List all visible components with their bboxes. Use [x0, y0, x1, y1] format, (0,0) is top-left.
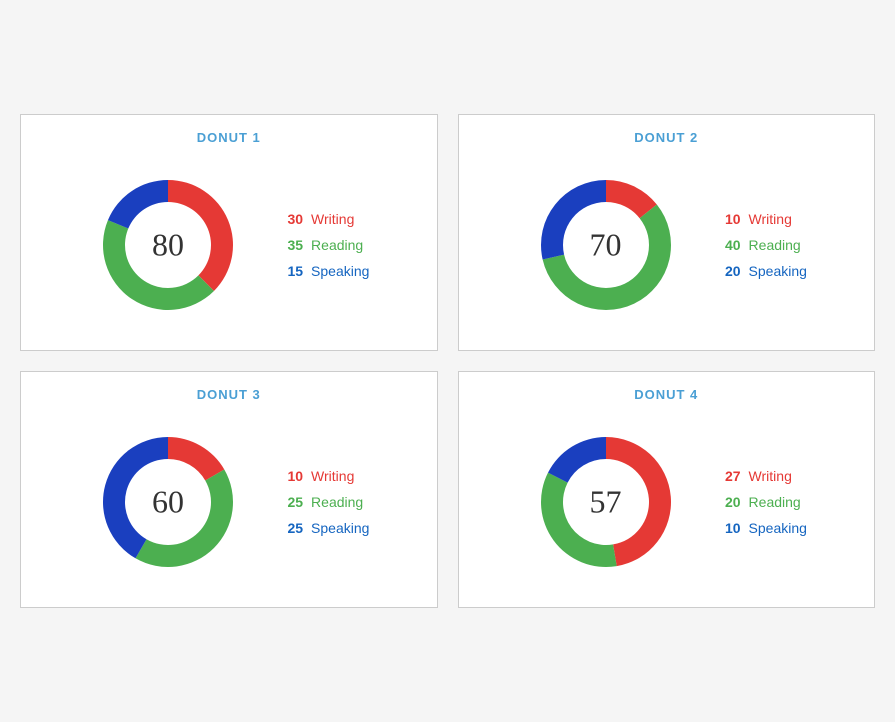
reading-value-donut4: 20	[716, 494, 741, 510]
donut-chart-donut3: 60	[88, 422, 248, 582]
card-donut1: DONUT 1 80 30 Writing 35 Reading 15 Spea…	[20, 114, 438, 351]
reading-value-donut3: 25	[278, 494, 303, 510]
reading-label-donut1: Reading	[311, 237, 363, 253]
donut-center-value-donut1: 80	[152, 227, 184, 264]
speaking-value-donut4: 10	[716, 520, 741, 536]
legend-speaking-donut2: 20 Speaking	[716, 263, 807, 279]
legend-reading-donut4: 20 Reading	[716, 494, 807, 510]
reading-value-donut1: 35	[278, 237, 303, 253]
legend-writing-donut4: 27 Writing	[716, 468, 807, 484]
speaking-label-donut3: Speaking	[311, 520, 369, 536]
legend-donut4: 27 Writing 20 Reading 10 Speaking	[716, 468, 807, 536]
legend-writing-donut1: 30 Writing	[278, 211, 369, 227]
donut-center-value-donut2: 70	[590, 227, 622, 264]
speaking-value-donut2: 20	[716, 263, 741, 279]
card-body-donut4: 57 27 Writing 20 Reading 10 Speaking	[474, 412, 860, 592]
legend-speaking-donut4: 10 Speaking	[716, 520, 807, 536]
writing-label-donut3: Writing	[311, 468, 354, 484]
legend-reading-donut3: 25 Reading	[278, 494, 369, 510]
card-title-donut4: DONUT 4	[634, 387, 698, 402]
card-donut4: DONUT 4 57 27 Writing 20 Reading 10 Spea…	[458, 371, 876, 608]
legend-reading-donut1: 35 Reading	[278, 237, 369, 253]
card-title-donut2: DONUT 2	[634, 130, 698, 145]
legend-donut2: 10 Writing 40 Reading 20 Speaking	[716, 211, 807, 279]
legend-speaking-donut3: 25 Speaking	[278, 520, 369, 536]
dashboard-grid: DONUT 1 80 30 Writing 35 Reading 15 Spea…	[20, 114, 875, 608]
writing-label-donut1: Writing	[311, 211, 354, 227]
card-body-donut3: 60 10 Writing 25 Reading 25 Speaking	[36, 412, 422, 592]
speaking-label-donut2: Speaking	[749, 263, 807, 279]
reading-value-donut2: 40	[716, 237, 741, 253]
card-body-donut2: 70 10 Writing 40 Reading 20 Speaking	[474, 155, 860, 335]
legend-reading-donut2: 40 Reading	[716, 237, 807, 253]
reading-label-donut4: Reading	[749, 494, 801, 510]
writing-label-donut4: Writing	[749, 468, 792, 484]
writing-value-donut3: 10	[278, 468, 303, 484]
donut-chart-donut2: 70	[526, 165, 686, 325]
writing-label-donut2: Writing	[749, 211, 792, 227]
donut-center-value-donut3: 60	[152, 484, 184, 521]
speaking-value-donut1: 15	[278, 263, 303, 279]
reading-label-donut2: Reading	[749, 237, 801, 253]
card-title-donut1: DONUT 1	[197, 130, 261, 145]
speaking-label-donut1: Speaking	[311, 263, 369, 279]
donut-chart-donut1: 80	[88, 165, 248, 325]
writing-value-donut4: 27	[716, 468, 741, 484]
reading-label-donut3: Reading	[311, 494, 363, 510]
card-title-donut3: DONUT 3	[197, 387, 261, 402]
donut-center-value-donut4: 57	[590, 484, 622, 521]
speaking-value-donut3: 25	[278, 520, 303, 536]
card-body-donut1: 80 30 Writing 35 Reading 15 Speaking	[36, 155, 422, 335]
legend-speaking-donut1: 15 Speaking	[278, 263, 369, 279]
donut-chart-donut4: 57	[526, 422, 686, 582]
speaking-label-donut4: Speaking	[749, 520, 807, 536]
legend-donut1: 30 Writing 35 Reading 15 Speaking	[278, 211, 369, 279]
legend-writing-donut3: 10 Writing	[278, 468, 369, 484]
card-donut3: DONUT 3 60 10 Writing 25 Reading 25 Spea…	[20, 371, 438, 608]
card-donut2: DONUT 2 70 10 Writing 40 Reading 20 Spea…	[458, 114, 876, 351]
writing-value-donut1: 30	[278, 211, 303, 227]
writing-value-donut2: 10	[716, 211, 741, 227]
legend-donut3: 10 Writing 25 Reading 25 Speaking	[278, 468, 369, 536]
legend-writing-donut2: 10 Writing	[716, 211, 807, 227]
